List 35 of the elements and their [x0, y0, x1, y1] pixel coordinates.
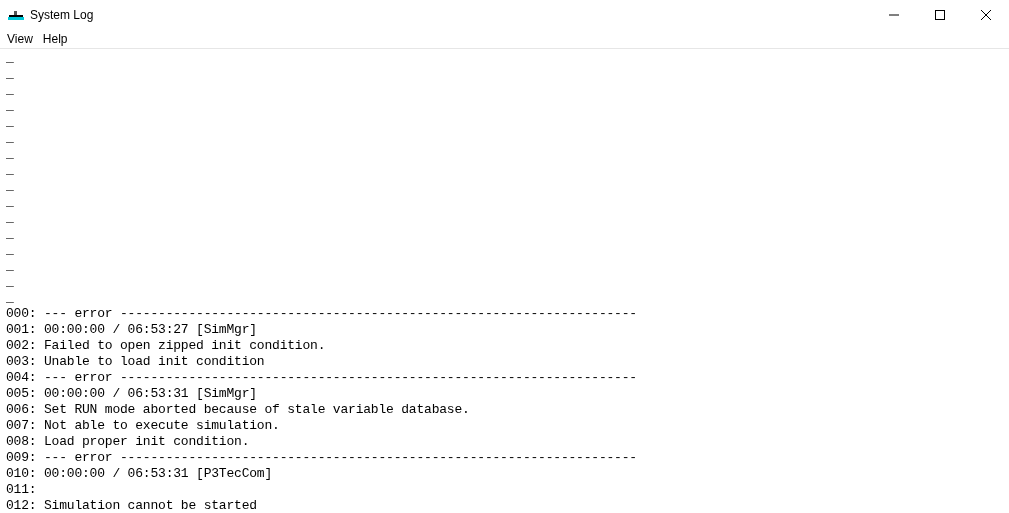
log-line: 009: --- error -------------------------------------------------------------------- — [6, 450, 638, 466]
log-line: 003: Unable to load init condition — [6, 354, 266, 370]
log-line: 002: Failed to open zipped init condition. — [6, 338, 327, 354]
log-line: 000: --- error -------------------------------------------------------------------- — [6, 306, 638, 322]
log-line: 011: — [6, 482, 38, 498]
log-line: _ — [6, 98, 15, 114]
log-line: 005: 00:00:00 / 06:53:31 [SimMgr] — [6, 386, 258, 402]
log-line: 010: 00:00:00 / 06:53:31 [P3TecCom] — [6, 466, 274, 482]
app-icon — [8, 9, 24, 21]
log-line: _ — [6, 274, 15, 290]
log-line: 001: 00:00:00 / 06:53:27 [SimMgr] — [6, 322, 258, 338]
log-line: _ — [6, 210, 15, 226]
log-line: 012: Simulation cannot be started — [6, 498, 258, 513]
log-line: 007: Not able to execute simulation. — [6, 418, 281, 434]
window-title: System Log — [30, 8, 95, 22]
log-line: 006: Set RUN mode aborted because of stale variable database. — [6, 402, 471, 418]
log-line: 008: Load proper init condition. — [6, 434, 251, 450]
log-line: _ — [6, 66, 15, 82]
menu-item[interactable]: View — [2, 32, 38, 46]
log-line: _ — [6, 258, 15, 274]
close-icon — [981, 10, 991, 20]
log-line: _ — [6, 82, 15, 98]
log-line: _ — [6, 146, 15, 162]
log-line: _ — [6, 290, 15, 306]
log-line: _ — [6, 130, 15, 146]
log-line: _ — [6, 178, 15, 194]
log-line: _ — [6, 162, 15, 178]
log-line: _ — [6, 114, 15, 130]
log-line: _ — [6, 242, 15, 258]
log-line: _ — [6, 50, 15, 66]
log-line: _ — [6, 226, 15, 242]
menu-item[interactable]: Help — [37, 32, 73, 46]
log-line: 004: --- error -------------------------------------------------------------------- — [6, 370, 638, 386]
maximize-icon — [935, 10, 945, 20]
log-line: _ — [6, 194, 15, 210]
